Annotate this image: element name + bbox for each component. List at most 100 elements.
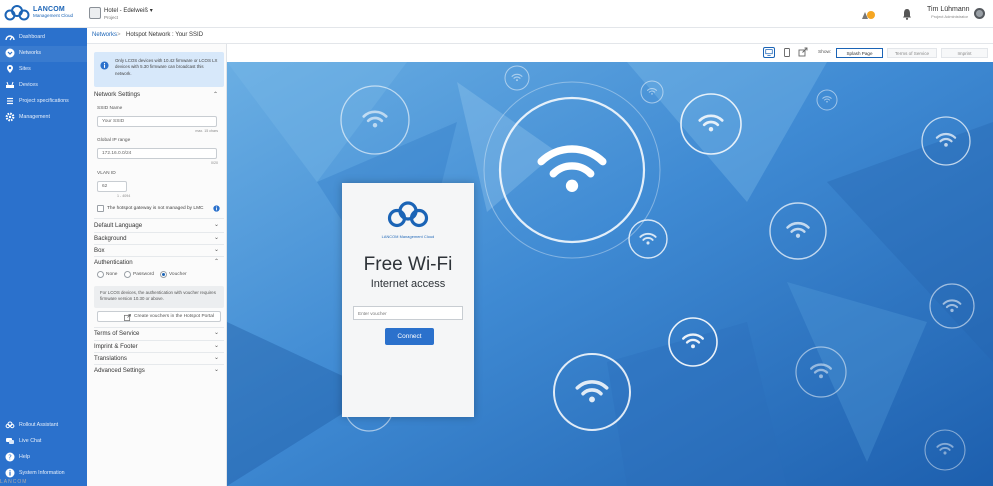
ssid-hint: max. 15 chars xyxy=(195,129,218,133)
section-background[interactable]: Background ⌄ xyxy=(87,233,227,244)
breadcrumb: Networks > Hotspot Network : Your SSID xyxy=(87,28,993,44)
cloud-logo-icon xyxy=(387,201,429,228)
breadcrumb-separator: > xyxy=(117,32,121,38)
preview-toolbar: Show: Splash Page Terms of Service Impri… xyxy=(227,44,993,62)
vlan-input[interactable]: 62 xyxy=(97,181,127,192)
auth-none-radio[interactable] xyxy=(97,271,104,278)
connect-button[interactable]: Connect xyxy=(385,328,434,345)
user-menu[interactable]: Tim Lühmann Project Administrator xyxy=(927,6,970,19)
svg-text:?: ? xyxy=(8,453,12,461)
voucher-note-text: For LCOS devices, the authentication wit… xyxy=(100,290,216,302)
bell-icon[interactable] xyxy=(901,8,913,20)
section-title: Background xyxy=(94,235,127,242)
sidebar-item-live-chat[interactable]: Live Chat xyxy=(0,434,87,450)
create-vouchers-label: Create vouchers in the Hotspot Portal xyxy=(134,314,214,319)
avatar[interactable] xyxy=(974,8,985,19)
card-subtitle: Internet access xyxy=(370,278,446,290)
networks-icon xyxy=(5,48,15,58)
firmware-info-text: Only LCOS devices with 10.42 firmware or… xyxy=(115,58,218,76)
sidebar-item-label: Project specifications xyxy=(19,98,69,104)
voucher-input[interactable]: Enter voucher xyxy=(353,306,463,320)
chevron-down-icon: ⌄ xyxy=(213,367,219,373)
external-link-icon xyxy=(124,314,131,321)
pin-icon xyxy=(7,65,13,73)
brand-title: LANCOM xyxy=(33,6,65,13)
voucher-note: For LCOS devices, the authentication wit… xyxy=(94,286,224,308)
section-title: Default Language xyxy=(94,222,143,229)
chevron-up-icon[interactable]: ⌃ xyxy=(213,91,218,98)
project-name: Hotel - Edelweiß xyxy=(104,8,149,14)
tab-terms-of-service[interactable]: Terms of Service xyxy=(887,48,937,58)
section-title: Advanced Settings xyxy=(94,367,145,374)
dashboard-icon xyxy=(5,35,15,41)
info-icon xyxy=(5,468,15,478)
user-name: Tim Lühmann xyxy=(927,6,970,13)
gateway-not-managed-checkbox[interactable] xyxy=(97,205,104,212)
sidebar-item-devices[interactable]: Devices xyxy=(0,78,87,94)
sidebar-item-dashboard[interactable]: Dashboard xyxy=(0,30,87,46)
section-box[interactable]: Box ⌄ xyxy=(87,245,227,256)
section-imprint-footer[interactable]: Imprint & Footer ⌄ xyxy=(87,341,227,352)
auth-password-radio[interactable] xyxy=(124,271,131,278)
section-translations[interactable]: Translations ⌄ xyxy=(87,353,227,364)
section-advanced-settings[interactable]: Advanced Settings ⌄ xyxy=(87,365,227,376)
auth-none-label: None xyxy=(106,272,118,277)
section-terms-of-service[interactable]: Terms of Service ⌄ xyxy=(87,328,227,339)
sidebar-item-label: Management xyxy=(19,114,50,120)
section-default-language[interactable]: Default Language ⌄ xyxy=(87,220,227,231)
mobile-view-icon[interactable] xyxy=(781,47,793,58)
ssid-input[interactable]: Your SSID xyxy=(97,116,217,127)
info-icon xyxy=(100,61,109,70)
chevron-down-icon: ⌄ xyxy=(213,222,219,228)
vlan-label: VLAN ID xyxy=(97,171,116,176)
sidebar-item-label: Rollout Assistant xyxy=(19,422,59,428)
firmware-info-box: Only LCOS devices with 10.42 firmware or… xyxy=(94,52,224,87)
auth-voucher-radio[interactable] xyxy=(160,271,167,278)
tab-splash-page[interactable]: Splash Page xyxy=(836,48,883,58)
chevron-down-icon: ⌄ xyxy=(213,343,219,349)
sidebar-item-help[interactable]: ? Help xyxy=(0,450,87,466)
section-authentication[interactable]: Authentication ⌃ xyxy=(87,257,227,268)
ip-range-label: Global IP range xyxy=(97,138,131,143)
chevron-up-icon: ⌃ xyxy=(213,259,219,265)
footer-text: LANCOM xyxy=(0,479,28,485)
breadcrumb-current: Hotspot Network : Your SSID xyxy=(126,32,204,38)
sidebar-item-sites[interactable]: Sites xyxy=(0,62,87,78)
splash-page-preview: LANCOM Management Cloud Free Wi-Fi Inter… xyxy=(227,62,993,486)
sidebar-item-project-specifications[interactable]: Project specifications xyxy=(0,94,87,110)
top-bar: LANCOM Management Cloud Hotel - Edelweiß… xyxy=(0,0,993,28)
network-settings-title[interactable]: Network Settings xyxy=(94,91,140,98)
sidebar-item-label: Live Chat xyxy=(19,438,42,444)
section-title: Terms of Service xyxy=(94,330,140,337)
breadcrumb-networks-link[interactable]: Networks xyxy=(92,32,117,38)
auth-password-label: Password xyxy=(133,272,155,277)
desktop-view-icon[interactable] xyxy=(763,47,775,58)
sidebar-item-label: Devices xyxy=(19,82,38,88)
external-link-icon[interactable] xyxy=(797,47,809,58)
brand-subtitle: Management Cloud xyxy=(33,13,74,18)
project-icon xyxy=(89,7,101,19)
create-vouchers-button[interactable]: Create vouchers in the Hotspot Portal xyxy=(97,311,221,322)
sidebar-item-label: Dashboard xyxy=(19,34,45,40)
login-card: LANCOM Management Cloud Free Wi-Fi Inter… xyxy=(342,183,474,417)
ip-range-input[interactable]: 172.16.0.0/24 xyxy=(97,148,217,159)
info-icon[interactable] xyxy=(213,205,220,212)
chevron-down-icon: ⌄ xyxy=(213,330,219,336)
devices-icon xyxy=(6,81,14,88)
sidebar-item-label: Sites xyxy=(19,66,31,72)
sidebar-item-label: Help xyxy=(19,454,30,460)
section-title: Translations xyxy=(94,355,127,362)
cloud-logo-icon xyxy=(4,5,30,21)
sidebar-item-label: System Information xyxy=(19,470,65,476)
notification-icon[interactable] xyxy=(860,8,876,21)
sidebar-item-rollout-assistant[interactable]: Rollout Assistant xyxy=(0,418,87,434)
card-title: Free Wi-Fi xyxy=(363,254,453,275)
lancom-logo[interactable]: LANCOM Management Cloud xyxy=(4,3,88,25)
sidebar-item-management[interactable]: Management xyxy=(0,110,87,126)
cloud-icon xyxy=(5,421,15,429)
tab-imprint[interactable]: Imprint xyxy=(941,48,988,58)
sidebar-item-networks[interactable]: Networks xyxy=(0,46,87,62)
ip-range-hint: 0/20 xyxy=(211,161,218,165)
card-brand: LANCOM Management Cloud xyxy=(381,235,435,239)
vlan-hint: 1 - 4094 xyxy=(117,194,131,198)
